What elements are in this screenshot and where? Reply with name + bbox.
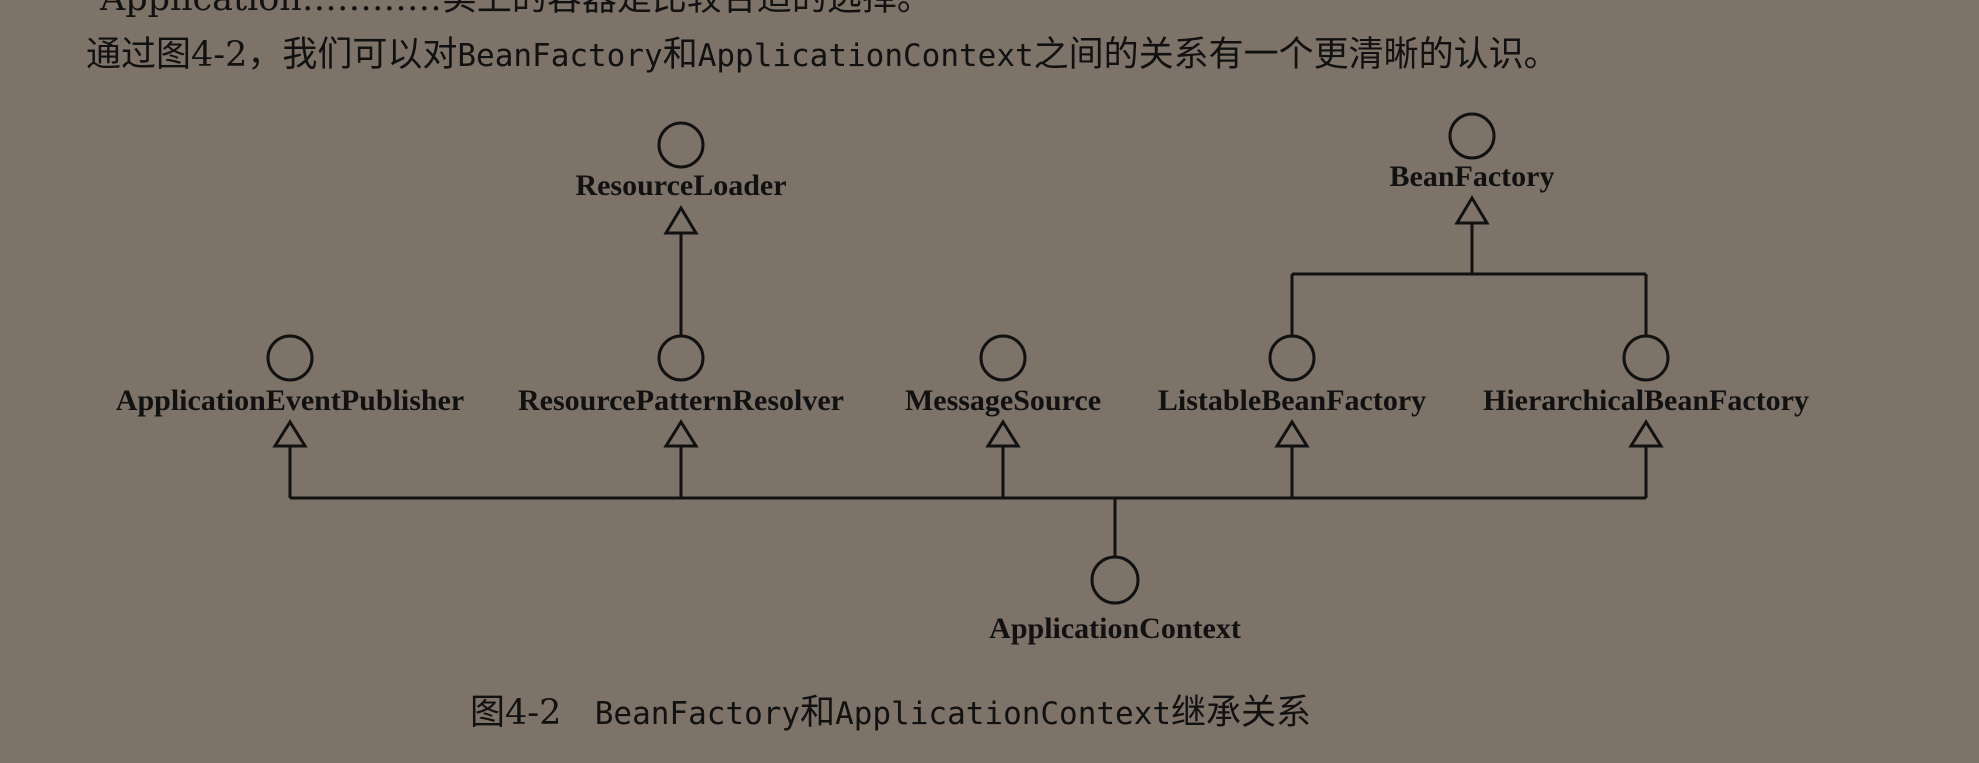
caption-code-applicationcontext: ApplicationContext [835,696,1172,732]
resource-loader-node-icon [657,121,705,169]
arrowhead-hierarchical [1628,419,1664,448]
caption-text-inheritance: 继承关系 [1171,693,1312,733]
resource-loader-label: ResourceLoader [575,169,786,202]
caption-code-beanfactory: BeanFactory [594,696,801,732]
bean-factory-node-icon [1448,112,1496,160]
listable-bean-factory-node-icon [1268,334,1316,382]
hierarchical-bean-factory-node-icon [1622,334,1670,382]
arrowhead-message-source [985,419,1021,448]
message-source-label: MessageSource [905,384,1101,417]
arrowhead-pattern-resolver [663,419,699,448]
application-context-node-icon [1090,555,1140,605]
page: 通过图4-2，我们可以对BeanFactory和ApplicationConte… [0,0,1979,763]
bean-factory-arrowhead [1454,195,1490,225]
application-event-publisher-node-icon [266,334,314,382]
top-partial-line: Application…………实上的容器是比较合适的选择。 [100,0,932,21]
bean-factory-label: BeanFactory [1390,160,1555,193]
resource-pattern-resolver-node-icon [657,334,705,382]
application-context-label: ApplicationContext [989,612,1241,645]
figure-caption: 图4-2 BeanFactory和ApplicationContext继承关系 [470,684,1311,735]
caption-text-and: 和 [800,693,836,733]
caption-figure-number: 图4-2 [470,693,562,733]
inheritance-diagram: ResourceLoader BeanFactory ApplicationEv… [116,112,1809,645]
arrowhead-event-publisher [272,419,308,448]
resource-pattern-resolver-label: ResourcePatternResolver [518,384,844,417]
message-source-node-icon [979,334,1027,382]
resource-loader-arrowhead [663,205,699,235]
listable-bean-factory-label: ListableBeanFactory [1158,384,1426,417]
arrowhead-listable [1274,419,1310,448]
application-event-publisher-label: ApplicationEventPublisher [116,384,464,417]
hierarchical-bean-factory-label: HierarchicalBeanFactory [1483,384,1809,417]
